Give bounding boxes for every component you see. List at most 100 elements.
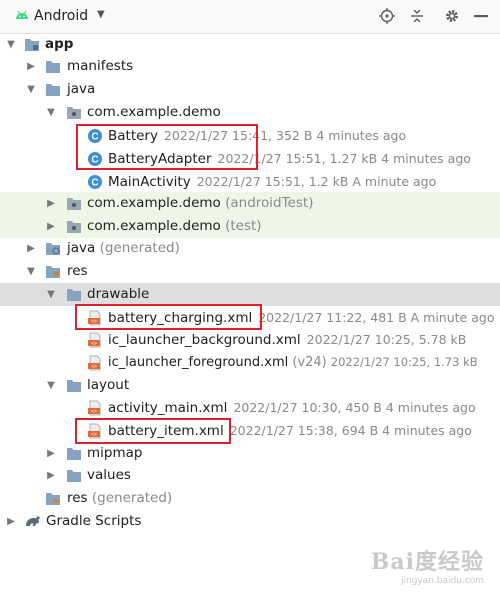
tree-label: layout (87, 377, 130, 393)
package-icon (66, 196, 82, 211)
tree-node-res[interactable]: ▼ res (0, 260, 500, 283)
svg-text:<>: <> (91, 409, 97, 415)
tree-node-res-generated[interactable]: res (generated) (0, 487, 500, 510)
xml-file-icon: <> (87, 400, 103, 416)
tree-label: mipmap (87, 445, 143, 461)
generated-folder-icon (45, 241, 61, 256)
chevron-right-icon[interactable]: ▶ (6, 510, 16, 533)
xml-file-icon: <> (87, 355, 103, 371)
chevron-down-icon[interactable]: ▼ (46, 101, 56, 124)
package-suffix: (test) (225, 218, 262, 234)
chevron-right-icon[interactable]: ▶ (46, 192, 56, 215)
tree-node-ic-launcher-foreground[interactable]: <> ic_launcher_foreground.xml (v24) 2022/… (0, 351, 500, 374)
watermark-url: jingyan.baidu.com (400, 576, 484, 586)
folder-icon (66, 287, 82, 302)
chevron-down-icon[interactable]: ▼ (6, 33, 16, 56)
chevron-down-icon[interactable]: ▼ (46, 283, 56, 306)
watermark: Bai度经验 jingyan.baidu.com (371, 544, 484, 586)
tree-label: values (87, 467, 131, 483)
settings-icon[interactable] (443, 7, 461, 25)
folder-icon (66, 468, 82, 483)
tree-node-main-activity[interactable]: C MainActivity 2022/1/27 15:51, 1.2 kB A … (0, 170, 500, 193)
tree-label: app (45, 36, 74, 52)
tree-label: ic_launcher_foreground.xml (v24) 2022/1/2… (108, 351, 478, 374)
tree-label: Gradle Scripts (46, 513, 142, 529)
hide-icon[interactable] (472, 7, 490, 25)
highlight-box-battery-charging (75, 304, 262, 330)
chevron-down-icon[interactable]: ▼ (97, 9, 105, 20)
project-toolbar: Android ▼ (0, 0, 500, 34)
tree-node-manifests[interactable]: ▶ manifests (0, 55, 500, 78)
tree-node-app[interactable]: ▼ app (0, 33, 500, 56)
target-icon[interactable] (378, 7, 396, 25)
highlight-box-battery-item (75, 418, 231, 444)
file-name: activity_main.xml (108, 400, 228, 416)
package-icon (66, 105, 82, 120)
file-meta: 2022/1/27 10:25, 5.78 kB (306, 332, 467, 347)
file-meta: 2022/1/27 15:38, 694 B 4 minutes ago (229, 423, 472, 438)
folder-suffix: (generated) (91, 490, 173, 506)
tree-node-java-generated[interactable]: ▶ java (generated) (0, 237, 500, 260)
package-name: com.example.demo (87, 195, 221, 211)
tree-node-layout[interactable]: ▼ layout (0, 374, 500, 397)
file-meta: 2022/1/27 15:51, 1.2 kB A minute ago (196, 174, 437, 189)
package-icon (66, 219, 82, 234)
file-name: ic_launcher_foreground.xml (108, 355, 289, 370)
tree-node-activity-main[interactable]: <> activity_main.xml 2022/1/27 10:30, 450… (0, 396, 500, 419)
chevron-right-icon[interactable]: ▶ (46, 215, 56, 238)
collapse-all-icon[interactable] (408, 7, 426, 25)
tree-node-values[interactable]: ▶ values (0, 464, 500, 487)
chevron-down-icon[interactable]: ▼ (26, 260, 36, 283)
file-name: ic_launcher_background.xml (108, 332, 301, 348)
file-meta: 2022/1/27 11:22, 481 B A minute ago (258, 310, 495, 325)
tree-node-gradle-scripts[interactable]: ▶ Gradle Scripts (0, 510, 500, 533)
folder-icon (45, 82, 61, 97)
tree-label: MainActivity 2022/1/27 15:51, 1.2 kB A mi… (108, 170, 436, 194)
res-folder-icon (45, 491, 61, 506)
file-meta: 2022/1/27 10:30, 450 B 4 minutes ago (233, 400, 476, 415)
tree-label: com.example.demo (87, 104, 221, 120)
chevron-down-icon[interactable]: ▼ (26, 78, 36, 101)
tree-label: java (generated) (67, 237, 180, 260)
android-icon (14, 8, 30, 26)
watermark-logo: Bai度经验 (370, 549, 484, 575)
tree-node-mipmap[interactable]: ▶ mipmap (0, 442, 500, 465)
tree-node-package-android-test[interactable]: ▶ com.example.demo (androidTest) (0, 192, 500, 215)
xml-file-icon: <> (87, 332, 103, 348)
tree-label: ic_launcher_background.xml 2022/1/27 10:2… (108, 328, 466, 352)
module-folder-icon (24, 37, 40, 52)
file-name: MainActivity (108, 174, 191, 190)
tree-label: com.example.demo (androidTest) (87, 192, 313, 215)
tree-node-ic-launcher-background[interactable]: <> ic_launcher_background.xml 2022/1/27 1… (0, 328, 500, 351)
highlight-box-classes (76, 124, 258, 170)
tree-label: com.example.demo (test) (87, 215, 262, 238)
tree-label: res (67, 263, 88, 279)
file-meta: 2022/1/27 10:25, 1.73 kB (330, 355, 478, 369)
chevron-right-icon[interactable]: ▶ (46, 442, 56, 465)
tree-node-java[interactable]: ▼ java (0, 78, 500, 101)
class-icon: C (87, 174, 103, 189)
tree-node-package-test[interactable]: ▶ com.example.demo (test) (0, 215, 500, 238)
chevron-right-icon[interactable]: ▶ (26, 55, 36, 78)
folder-name: java (67, 240, 96, 256)
tree-label: drawable (87, 286, 150, 302)
svg-text:C: C (91, 178, 98, 189)
chevron-right-icon[interactable]: ▶ (26, 237, 36, 260)
folder-icon (66, 378, 82, 393)
tree-node-drawable[interactable]: ▼ drawable (0, 283, 500, 306)
tree-label: activity_main.xml 2022/1/27 10:30, 450 B … (108, 396, 476, 420)
svg-text:<>: <> (91, 341, 97, 347)
folder-suffix: (generated) (99, 240, 180, 256)
chevron-down-icon[interactable]: ▼ (46, 374, 56, 397)
svg-text:<>: <> (91, 364, 97, 370)
file-qualifier: (v24) (292, 355, 327, 370)
folder-name: res (67, 490, 88, 506)
folder-icon (66, 446, 82, 461)
tree-node-package-main[interactable]: ▼ com.example.demo (0, 101, 500, 124)
tree-label: manifests (67, 58, 134, 74)
package-suffix: (androidTest) (225, 195, 314, 211)
view-selector-label[interactable]: Android (34, 8, 88, 24)
tree-label: java (67, 81, 96, 97)
package-name: com.example.demo (87, 218, 221, 234)
chevron-right-icon[interactable]: ▶ (46, 464, 56, 487)
